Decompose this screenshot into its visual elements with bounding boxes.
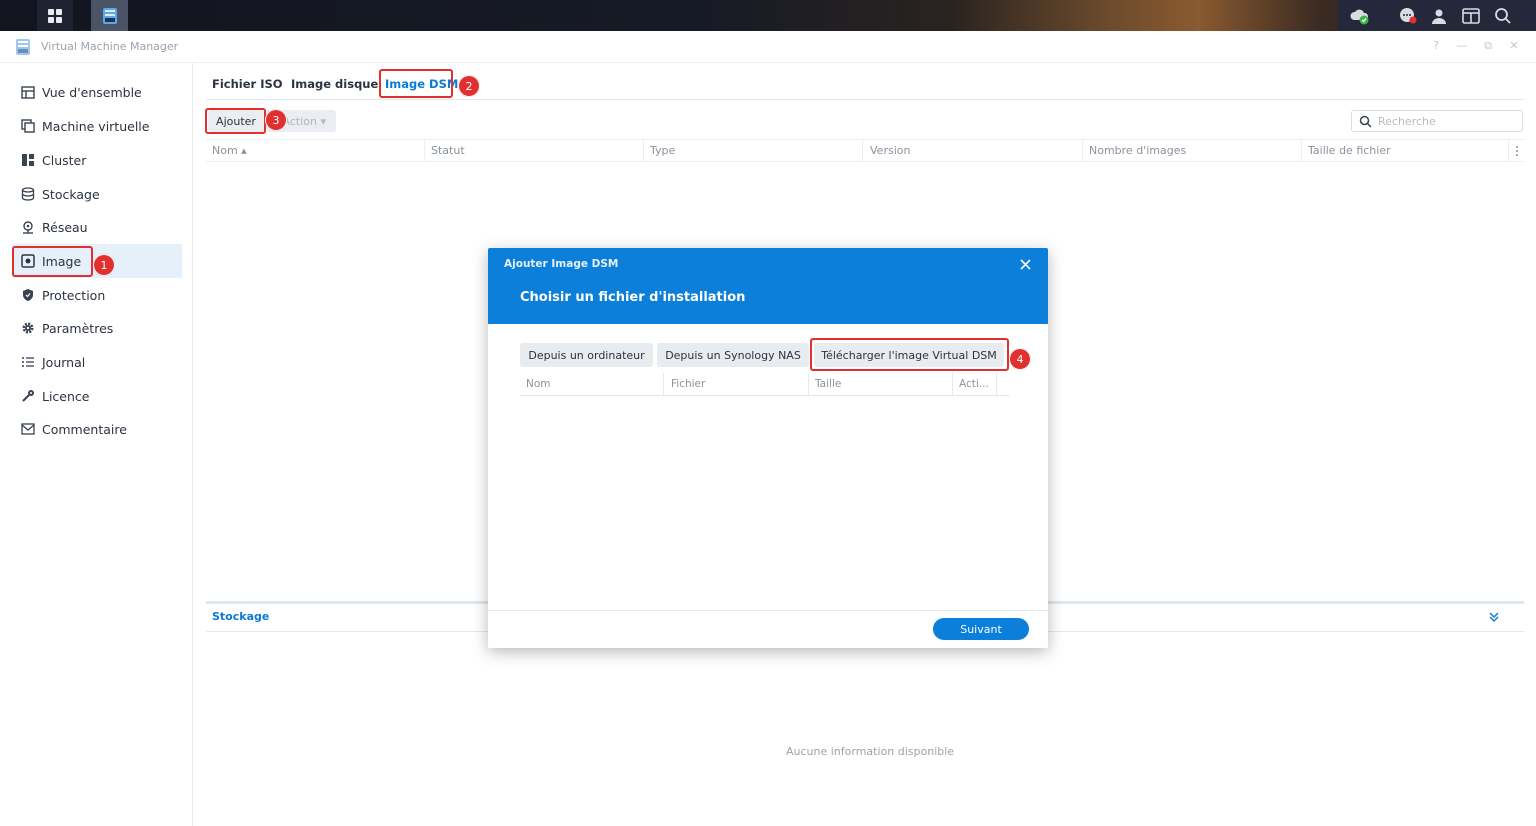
sidebar-item-overview[interactable]: Vue d'ensemble [12,75,182,109]
column-separator [643,140,644,162]
empty-state-message: Aucune information disponible [786,745,955,758]
minimize-button[interactable]: — [1455,39,1469,52]
taskbar [0,0,1536,31]
add-dsm-image-dialog: Ajouter Image DSM Choisir un fichier d'i… [488,248,1048,648]
column-separator [808,373,809,395]
column-separator [862,140,863,162]
tab-iso-file[interactable]: Fichier ISO [212,77,283,91]
column-separator [1508,140,1509,162]
from-computer-button[interactable]: Depuis un ordinateur [520,343,653,367]
key-icon [21,389,35,403]
taskbar-tray [1338,0,1536,31]
annotation-badge-4: 4 [1009,348,1031,370]
sidebar-item-label: Stockage [42,186,100,202]
restore-button[interactable]: ⧉ [1481,39,1495,53]
help-button[interactable]: ? [1429,39,1443,52]
sidebar-item-network[interactable]: Réseau [12,210,182,244]
cluster-icon [21,153,35,167]
column-separator [1301,140,1302,162]
highlight-dsm-tab [379,69,453,98]
grid-icon [48,8,62,23]
tab-divider [206,99,1524,100]
dialog-column-file[interactable]: Fichier [671,378,705,390]
sidebar-item-log[interactable]: Journal [12,345,182,379]
annotation-badge-3: 3 [265,109,287,131]
search-icon[interactable] [1493,6,1513,26]
sidebar-item-label: Réseau [42,219,88,235]
dialog-file-grid-header: Nom Fichier Taille Acti... [520,373,1010,396]
dialog-column-name[interactable]: Nom [526,378,551,390]
storage-panel-title[interactable]: Stockage [212,610,269,623]
dialog-column-actions[interactable]: Acti... [959,378,989,390]
column-separator [952,373,953,395]
search-icon [1359,115,1372,128]
sidebar-item-protection[interactable]: Protection [12,278,182,312]
column-type[interactable]: Type [650,144,675,157]
vmm-taskbar-button[interactable] [91,0,128,31]
sidebar-item-label: Cluster [42,152,87,168]
tab-disk-image[interactable]: Image disque [291,77,378,91]
highlight-add-button [205,108,266,134]
from-synology-nas-button[interactable]: Depuis un Synology NAS [657,343,809,367]
sidebar-item-cluster[interactable]: Cluster [12,143,182,177]
vmm-logo-icon [16,39,30,55]
sidebar-item-feedback[interactable]: Commentaire [12,412,182,446]
column-name[interactable]: Nom ▴ [212,144,247,157]
sidebar-item-virtual-machine[interactable]: Machine virtuelle [12,109,182,143]
close-window-button[interactable]: ✕ [1507,39,1521,52]
app-title: Virtual Machine Manager [41,40,179,53]
sidebar-item-label: Licence [42,388,90,404]
sidebar-item-label: Journal [42,354,86,370]
search-placeholder: Recherche [1378,115,1436,128]
cloud-sync-icon[interactable] [1350,6,1370,26]
dialog-title: Ajouter Image DSM [504,258,619,270]
column-separator [996,373,997,395]
highlight-download-button [810,338,1009,371]
mail-icon [21,422,35,436]
window-titlebar: Virtual Machine Manager ? — ⧉ ✕ [0,31,1536,63]
sidebar-item-label: Commentaire [42,421,127,437]
sidebar-item-settings[interactable]: Paramètres [12,311,182,345]
dialog-column-size[interactable]: Taille [815,378,841,390]
vmm-app-icon [102,7,117,24]
virtual-machine-icon [21,119,35,133]
shield-icon [21,288,35,302]
column-menu-icon[interactable] [1515,145,1519,157]
column-separator [424,140,425,162]
column-file-size[interactable]: Taille de fichier [1308,144,1391,157]
sidebar: Vue d'ensemble Machine virtuelle Cluster… [0,63,193,826]
overview-icon [21,85,35,99]
gear-icon [21,321,35,335]
column-version[interactable]: Version [870,144,910,157]
storage-icon [21,187,35,201]
notifications-icon[interactable] [1398,6,1418,26]
network-icon [21,220,35,234]
column-separator [1082,140,1083,162]
sidebar-item-label: Machine virtuelle [42,118,150,134]
sidebar-item-license[interactable]: Licence [12,379,182,413]
close-icon[interactable] [1020,259,1031,270]
widgets-icon[interactable] [1461,6,1481,26]
image-grid-header: Nom ▴ Statut Type Version Nombre d'image… [206,139,1524,162]
annotation-badge-2: 2 [458,75,480,97]
annotation-badge-1: 1 [93,254,115,276]
dialog-subtitle: Choisir un fichier d'installation [520,290,746,305]
sidebar-item-label: Protection [42,287,106,303]
user-icon[interactable] [1429,6,1449,26]
main-menu-button[interactable] [37,0,73,31]
column-image-count[interactable]: Nombre d'images [1089,144,1186,157]
search-input[interactable]: Recherche [1351,110,1523,132]
dialog-header: Ajouter Image DSM Choisir un fichier d'i… [488,248,1048,324]
column-separator [663,373,664,395]
column-status[interactable]: Statut [431,144,465,157]
sidebar-item-label: Vue d'ensemble [42,84,142,100]
dialog-footer-divider [488,610,1048,611]
next-button[interactable]: Suivant [933,618,1029,640]
sidebar-item-storage[interactable]: Stockage [12,177,182,211]
sidebar-item-label: Paramètres [42,320,114,336]
list-icon [21,355,35,369]
highlight-image-nav [12,246,93,277]
double-chevron-down-icon[interactable] [1488,611,1500,623]
